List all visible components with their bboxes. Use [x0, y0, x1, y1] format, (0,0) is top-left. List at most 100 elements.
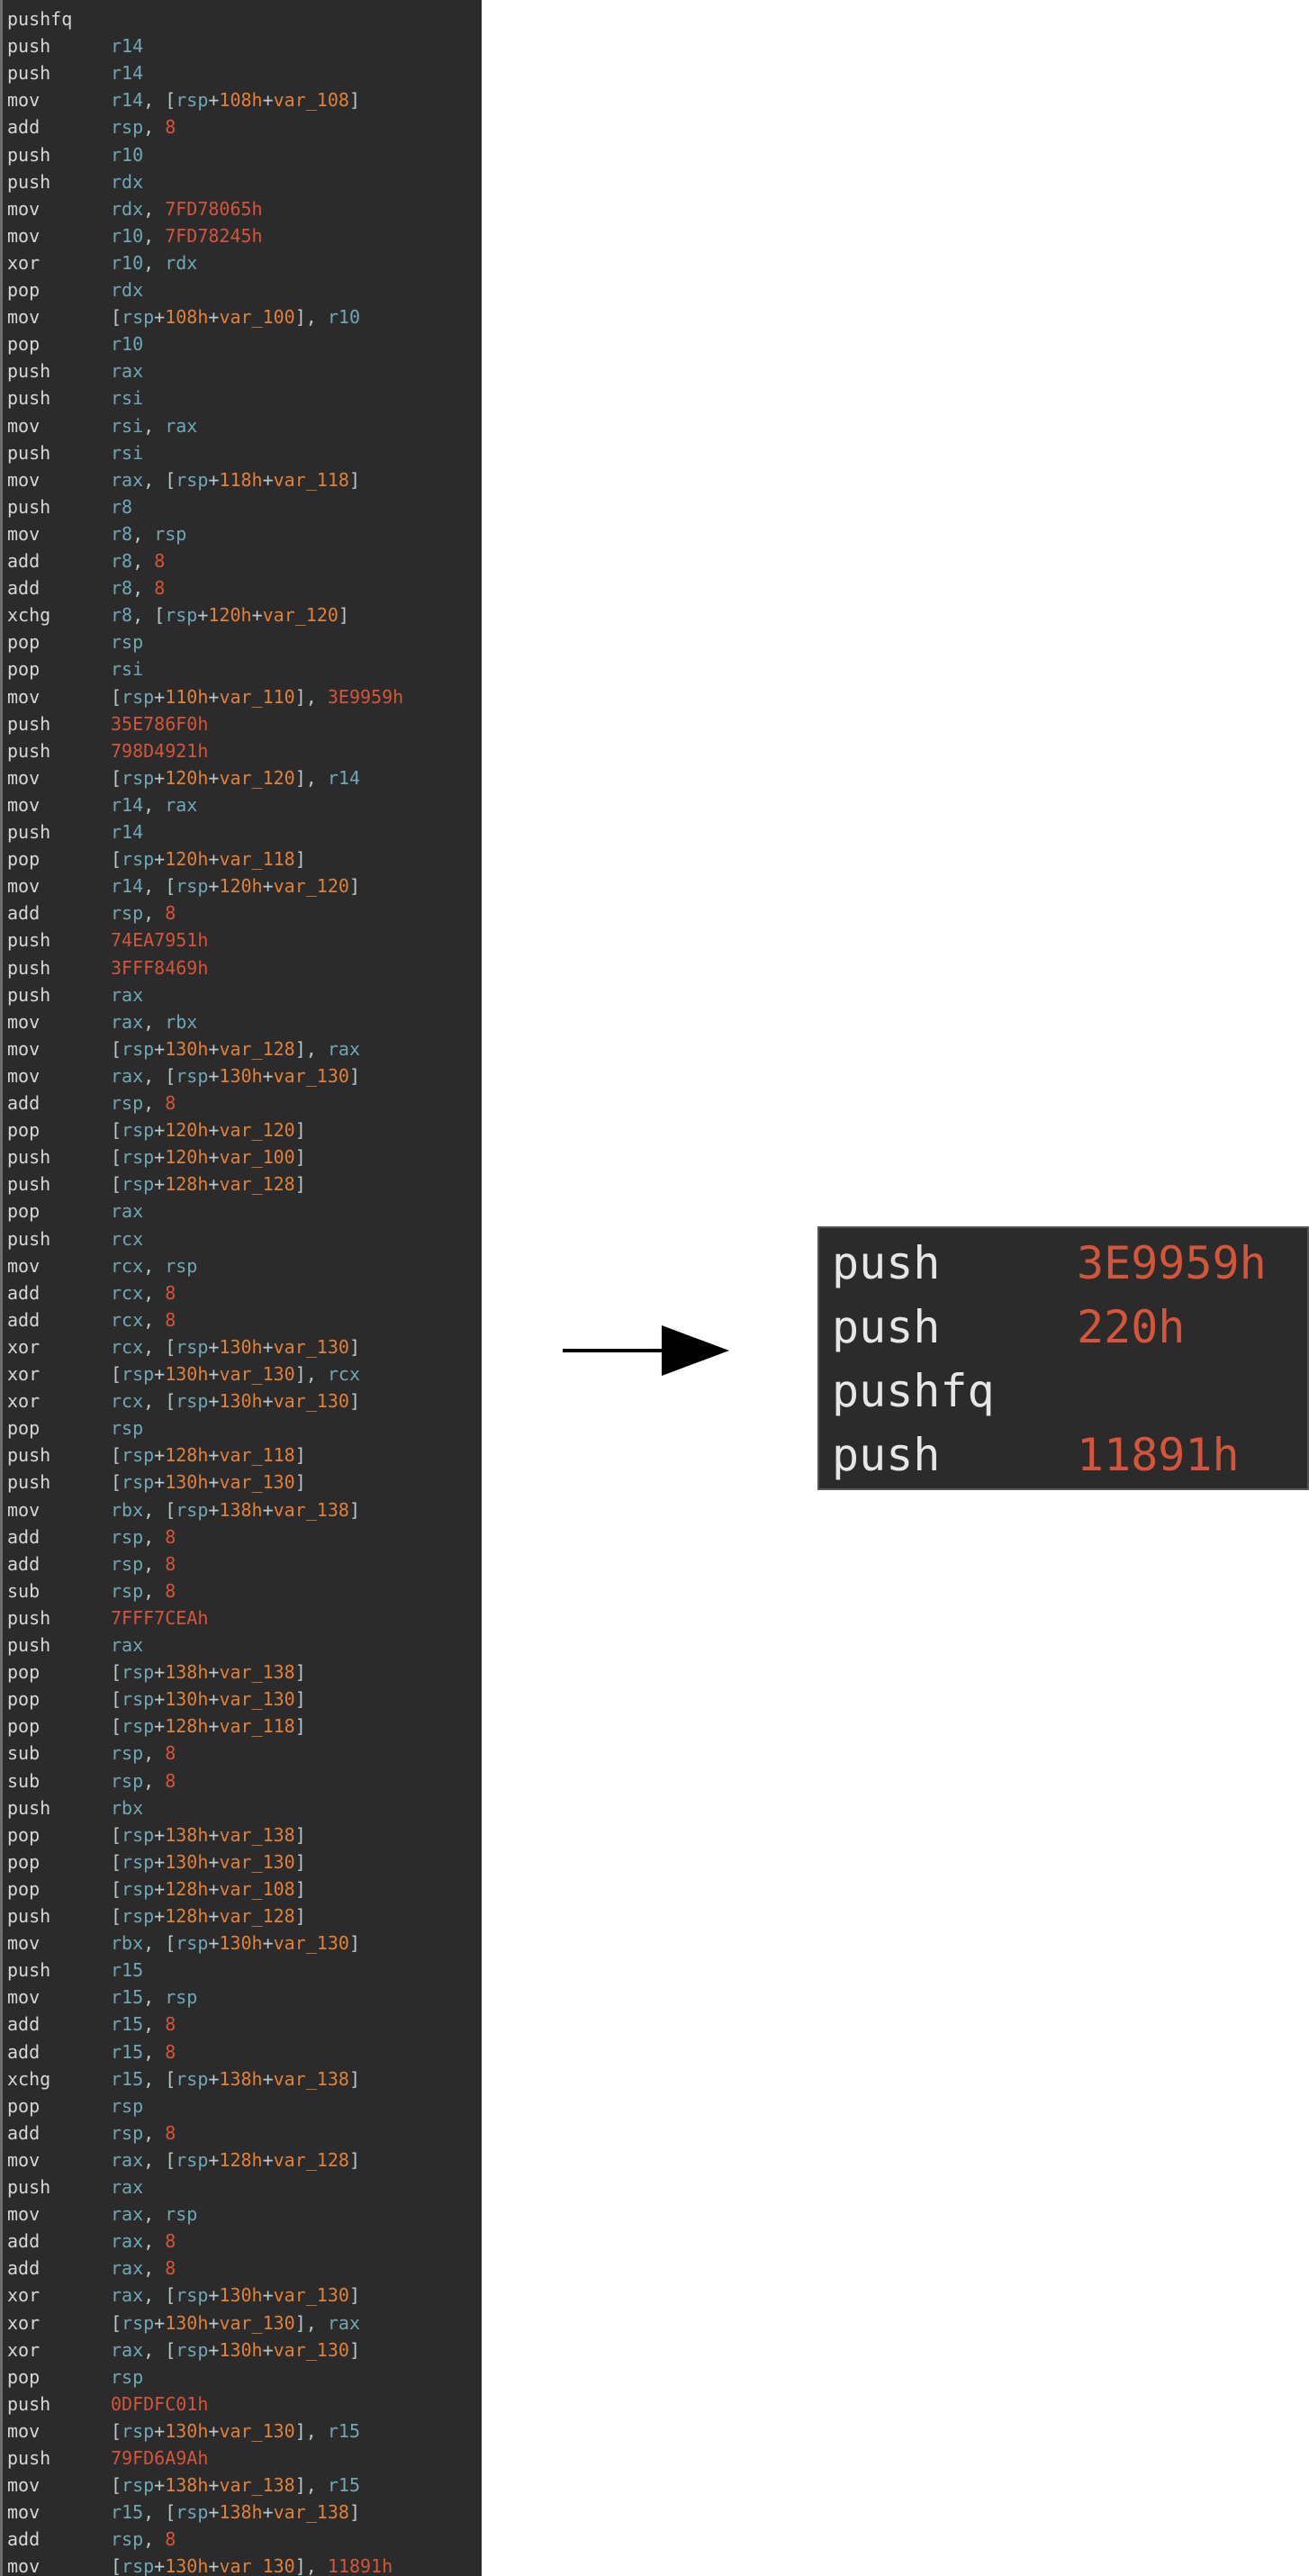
- operand-punctuation: ]: [294, 1444, 306, 1467]
- operand-punctuation: ,: [143, 1254, 166, 1277]
- register-name: rsp: [122, 1444, 155, 1467]
- register-name: rsp: [111, 1092, 144, 1114]
- listing-mnemonic: xor: [7, 2284, 41, 2307]
- operand-punctuation: ,: [143, 1552, 166, 1575]
- operand-punctuation: +: [262, 2338, 274, 2361]
- listing-mnemonic: pop: [7, 2094, 41, 2117]
- listing-operands: r8, 8: [111, 547, 165, 574]
- listing-operands: 74EA7951h: [111, 926, 208, 954]
- immediate-value: 108h: [165, 306, 209, 329]
- listing-mnemonic: mov: [7, 197, 41, 220]
- listing-mnemonic: add: [7, 902, 41, 925]
- register-name: r14: [111, 62, 144, 85]
- operand-punctuation: +: [208, 1905, 220, 1927]
- listing-operands: rsp, 8: [111, 113, 176, 140]
- stack-variable: var_138: [219, 2474, 295, 2497]
- operand-punctuation: ,: [143, 224, 166, 247]
- register-name: rsp: [122, 1877, 155, 1900]
- listing-operands: [rsp+130h+var_128], rax: [111, 1035, 360, 1062]
- operand-punctuation: , [: [143, 1335, 176, 1358]
- operand-punctuation: ],: [294, 306, 328, 329]
- listing-mnemonic: push: [7, 1444, 51, 1467]
- operand-punctuation: ,: [143, 1769, 166, 1792]
- register-name: r15: [111, 2501, 144, 2524]
- listing-operands: [rsp+128h+var_118]: [111, 1442, 306, 1469]
- listing-mnemonic: mov: [7, 1932, 41, 1955]
- operand-punctuation: ,: [143, 1308, 166, 1331]
- listing-operands: r14: [111, 818, 143, 845]
- operand-punctuation: , [: [132, 604, 166, 627]
- listing-operands: r8, [rsp+120h+var_120]: [111, 601, 349, 628]
- listing-mnemonic: mov: [7, 1010, 41, 1033]
- register-name: rax: [327, 1037, 360, 1060]
- listing-operands: rsp, 8: [111, 1550, 176, 1577]
- listing-mnemonic: xor: [7, 1363, 41, 1385]
- immediate-value: 138h: [219, 2501, 263, 2524]
- stack-variable: var_128: [219, 1037, 295, 1060]
- listing-operands: r14: [111, 32, 143, 59]
- register-name: rsp: [122, 1119, 155, 1142]
- listing-mnemonic: pop: [7, 1661, 41, 1684]
- listing-mnemonic: mov: [7, 1037, 41, 1060]
- listing-mnemonic: pop: [7, 1119, 41, 1142]
- register-name: rcx: [111, 1227, 144, 1250]
- operand-punctuation: ]: [348, 1498, 360, 1521]
- listing-mnemonic: pop: [7, 1877, 41, 1900]
- immediate-value: 130h: [165, 1471, 209, 1494]
- operand-punctuation: +: [154, 2555, 166, 2576]
- listing-mnemonic: push: [7, 441, 51, 464]
- listing-operands: r14, [rsp+120h+var_120]: [111, 872, 360, 899]
- operand-punctuation: ]: [294, 1146, 306, 1169]
- register-name: r14: [111, 821, 144, 843]
- immediate-value: 138h: [165, 1661, 209, 1684]
- stack-variable: var_130: [273, 2284, 349, 2307]
- listing-mnemonic: mov: [7, 793, 41, 816]
- register-name: rax: [111, 468, 144, 491]
- listing-mnemonic: pop: [7, 1417, 41, 1440]
- listing-mnemonic: xor: [7, 1390, 41, 1413]
- immediate-value: 118h: [219, 468, 263, 491]
- register-name: rsp: [111, 631, 144, 654]
- listing-operands: r15, 8: [111, 2011, 176, 2038]
- register-name: rsp: [111, 1769, 144, 1792]
- immediate-value: 130h: [165, 1363, 209, 1385]
- listing-operands: [rsp+128h+var_108]: [111, 1876, 306, 1903]
- listing-operands: rax, [rsp+128h+var_128]: [111, 2147, 360, 2174]
- operand-punctuation: +: [262, 2284, 274, 2307]
- listing-operands: rsp: [111, 2092, 143, 2120]
- listing-mnemonic: add: [7, 116, 41, 139]
- listing-operands: [rsp+130h+var_130], 11891h: [111, 2553, 393, 2576]
- register-name: rcx: [111, 1335, 144, 1358]
- listing-operands: rsp: [111, 1415, 143, 1442]
- listing-operands: rsp, 8: [111, 1089, 176, 1116]
- register-name: rsi: [111, 414, 144, 437]
- register-name: rsi: [111, 387, 144, 410]
- operand-punctuation: +: [208, 1444, 220, 1467]
- operand-punctuation: ],: [294, 1363, 328, 1385]
- operand-punctuation: ]: [294, 1905, 306, 1927]
- operand-punctuation: [: [111, 1119, 122, 1142]
- operand-punctuation: ,: [143, 1525, 166, 1548]
- operand-punctuation: [: [111, 1850, 122, 1873]
- listing-operands: r14, rax: [111, 791, 197, 818]
- operand-punctuation: ]: [294, 1877, 306, 1900]
- listing-operands: 0DFDFC01h: [111, 2391, 208, 2418]
- operand-punctuation: [: [111, 1715, 122, 1738]
- arrow-head: [662, 1325, 729, 1376]
- operand-punctuation: [: [111, 1471, 122, 1494]
- operand-punctuation: , [: [143, 1498, 176, 1521]
- stack-variable: var_108: [273, 89, 349, 112]
- listing-operands: r10: [111, 141, 143, 168]
- immediate-value: 108h: [219, 89, 263, 112]
- operand-punctuation: ,: [143, 2013, 166, 2036]
- operand-punctuation: +: [262, 2148, 274, 2171]
- immediate-value: 8: [165, 116, 176, 139]
- operand-punctuation: ]: [294, 1661, 306, 1684]
- operand-punctuation: +: [262, 1335, 274, 1358]
- register-name: rsp: [122, 1688, 155, 1711]
- register-name: rsp: [122, 1905, 155, 1927]
- register-name: r8: [111, 550, 133, 572]
- register-name: rsp: [176, 2338, 209, 2361]
- listing-mnemonic: xor: [7, 2338, 41, 2361]
- operand-punctuation: ,: [143, 1092, 166, 1114]
